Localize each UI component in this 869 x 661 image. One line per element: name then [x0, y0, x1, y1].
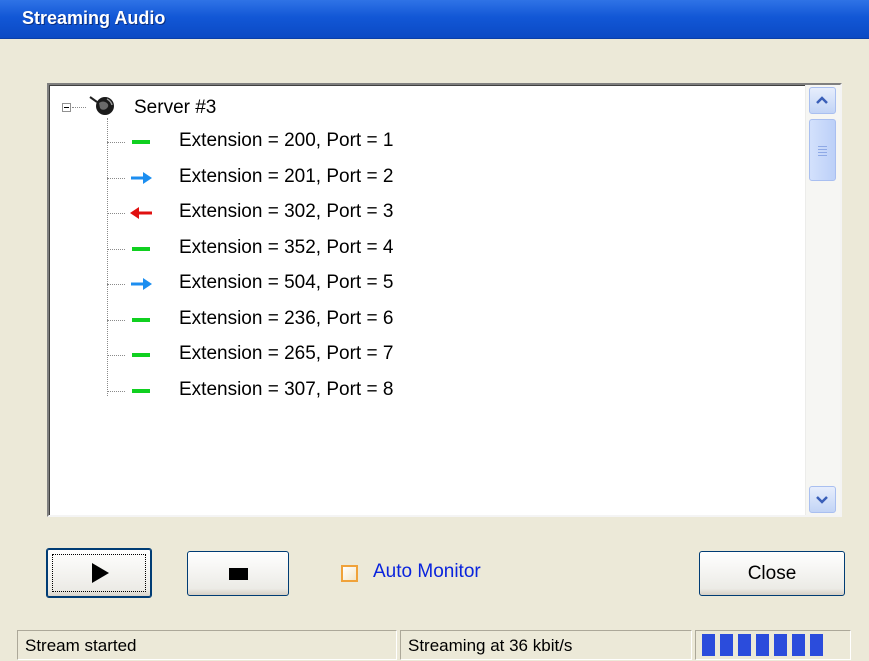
- close-button-label: Close: [747, 563, 797, 584]
- auto-monitor-checkbox[interactable]: [341, 565, 358, 582]
- chevron-up-icon: [816, 96, 828, 104]
- scroll-up-button[interactable]: [809, 87, 836, 114]
- tree-connector: [107, 390, 125, 392]
- tree-connector: [107, 248, 125, 250]
- play-button[interactable]: [46, 548, 152, 598]
- tree-root-label: Server #3: [134, 97, 217, 118]
- server-globe-icon: [89, 96, 114, 115]
- tree-connector: [107, 284, 125, 285]
- arrow-right-blue-icon: [131, 278, 152, 290]
- auto-monitor-label[interactable]: Auto Monitor: [373, 561, 481, 583]
- title-bar[interactable]: Streaming Audio: [0, 0, 869, 39]
- dash-green-icon: [132, 353, 150, 357]
- tree-item-label: Extension = 352, Port = 4: [179, 236, 394, 258]
- dash-green-icon: [132, 388, 150, 393]
- level-segment: [720, 634, 733, 656]
- scroll-down-button[interactable]: [809, 486, 836, 513]
- tree-item[interactable]: Extension = 201, Port = 2: [107, 161, 806, 195]
- tree-item-label: Extension = 307, Port = 8: [179, 378, 394, 400]
- tree-item[interactable]: Extension = 504, Port = 5: [107, 267, 806, 301]
- tree-item-label: Extension = 265, Port = 7: [179, 343, 394, 364]
- level-meter: [695, 630, 851, 660]
- tree-connector: [107, 213, 125, 214]
- level-segment: [774, 634, 787, 656]
- dash-green-icon: [132, 246, 150, 251]
- tree-item[interactable]: Extension = 307, Port = 8: [107, 374, 806, 408]
- tree-item-label: Extension = 236, Port = 6: [179, 307, 394, 329]
- tree-connector: [72, 107, 86, 108]
- dash-green-icon: [132, 317, 150, 322]
- tree-item[interactable]: Extension = 302, Port = 3: [107, 196, 806, 230]
- chevron-down-icon: [816, 496, 828, 504]
- tree-item[interactable]: Extension = 236, Port = 6: [107, 303, 806, 337]
- status-text: Stream started: [17, 630, 397, 660]
- tree-item-label: Extension = 201, Port = 2: [179, 165, 394, 187]
- play-icon: [92, 563, 109, 583]
- tree-item[interactable]: Extension = 200, Port = 1: [107, 125, 806, 159]
- arrow-right-blue-icon: [131, 171, 152, 184]
- stream-rate-text: Streaming at 36 kbit/s: [400, 630, 692, 660]
- close-button[interactable]: Close: [699, 551, 845, 596]
- window-title: Streaming Audio: [22, 8, 166, 28]
- level-segment: [792, 634, 805, 656]
- tree-item-label: Extension = 200, Port = 1: [179, 130, 394, 151]
- tree-connector: [107, 355, 125, 356]
- scroll-thumb[interactable]: [809, 119, 836, 181]
- status-bar: Stream started Streaming at 36 kbit/s: [0, 626, 869, 661]
- dash-green-icon: [132, 140, 150, 144]
- level-segment: [810, 634, 823, 656]
- vertical-scrollbar[interactable]: [805, 85, 840, 515]
- server-tree-view[interactable]: Server #3 Extension = 200, Port = 1 Exten…: [47, 83, 842, 517]
- stop-button[interactable]: [187, 551, 289, 596]
- stop-icon: [229, 568, 248, 580]
- collapse-icon[interactable]: [62, 103, 71, 112]
- arrow-left-red-icon: [130, 207, 152, 219]
- tree-item-label: Extension = 302, Port = 3: [179, 201, 394, 222]
- tree-item[interactable]: Extension = 265, Port = 7: [107, 338, 806, 372]
- tree-connector: [107, 142, 125, 143]
- tree-item-label: Extension = 504, Port = 5: [179, 272, 394, 293]
- tree-item[interactable]: Extension = 352, Port = 4: [107, 232, 806, 266]
- level-segment: [756, 634, 769, 656]
- level-segment: [738, 634, 751, 656]
- tree-content: Server #3 Extension = 200, Port = 1 Exten…: [49, 85, 806, 515]
- tree-connector: [107, 319, 125, 321]
- level-segment: [702, 634, 715, 656]
- tree-connector: [107, 177, 125, 179]
